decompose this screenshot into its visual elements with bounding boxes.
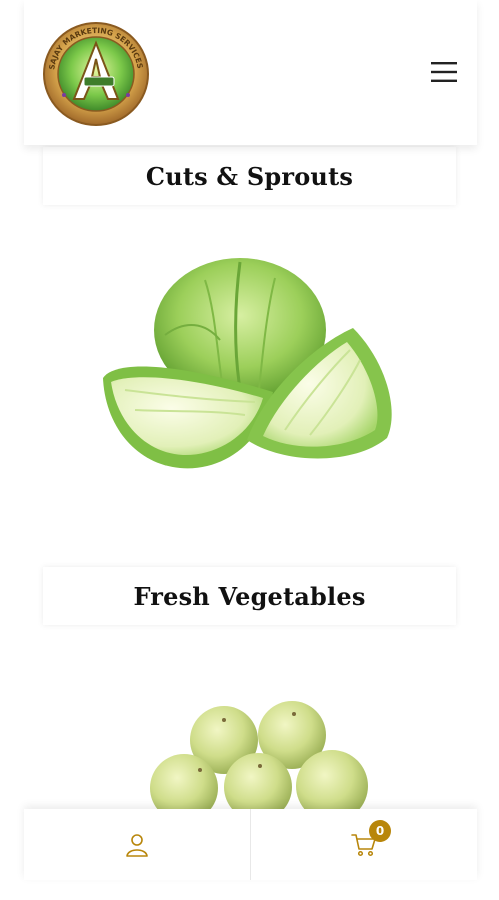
- category-card-fresh-vegetables[interactable]: Fresh Vegetables: [43, 567, 456, 625]
- logo-emblem-icon: SAJAY MARKETING SERVICES PRIVATE LIMITED: [38, 14, 149, 126]
- company-logo[interactable]: SAJAY MARKETING SERVICES PRIVATE LIMITED: [38, 14, 150, 127]
- cart-button[interactable]: 0: [250, 809, 477, 880]
- account-button[interactable]: [24, 809, 250, 880]
- category-card-cuts-sprouts[interactable]: Cuts & Sprouts: [43, 147, 456, 205]
- menu-button[interactable]: [427, 56, 461, 88]
- hamburger-menu-icon: [431, 62, 457, 82]
- user-icon: [126, 833, 148, 857]
- category-title: Cuts & Sprouts: [145, 161, 354, 191]
- amla-gooseberry-image[interactable]: [140, 690, 380, 822]
- bottom-navigation-bar: 0: [24, 809, 477, 880]
- cart-count-badge: 0: [369, 820, 391, 842]
- app-header: SAJAY MARKETING SERVICES PRIVATE LIMITED: [24, 0, 477, 145]
- cabbage-image[interactable]: [95, 250, 405, 500]
- category-title: Fresh Vegetables: [133, 581, 366, 611]
